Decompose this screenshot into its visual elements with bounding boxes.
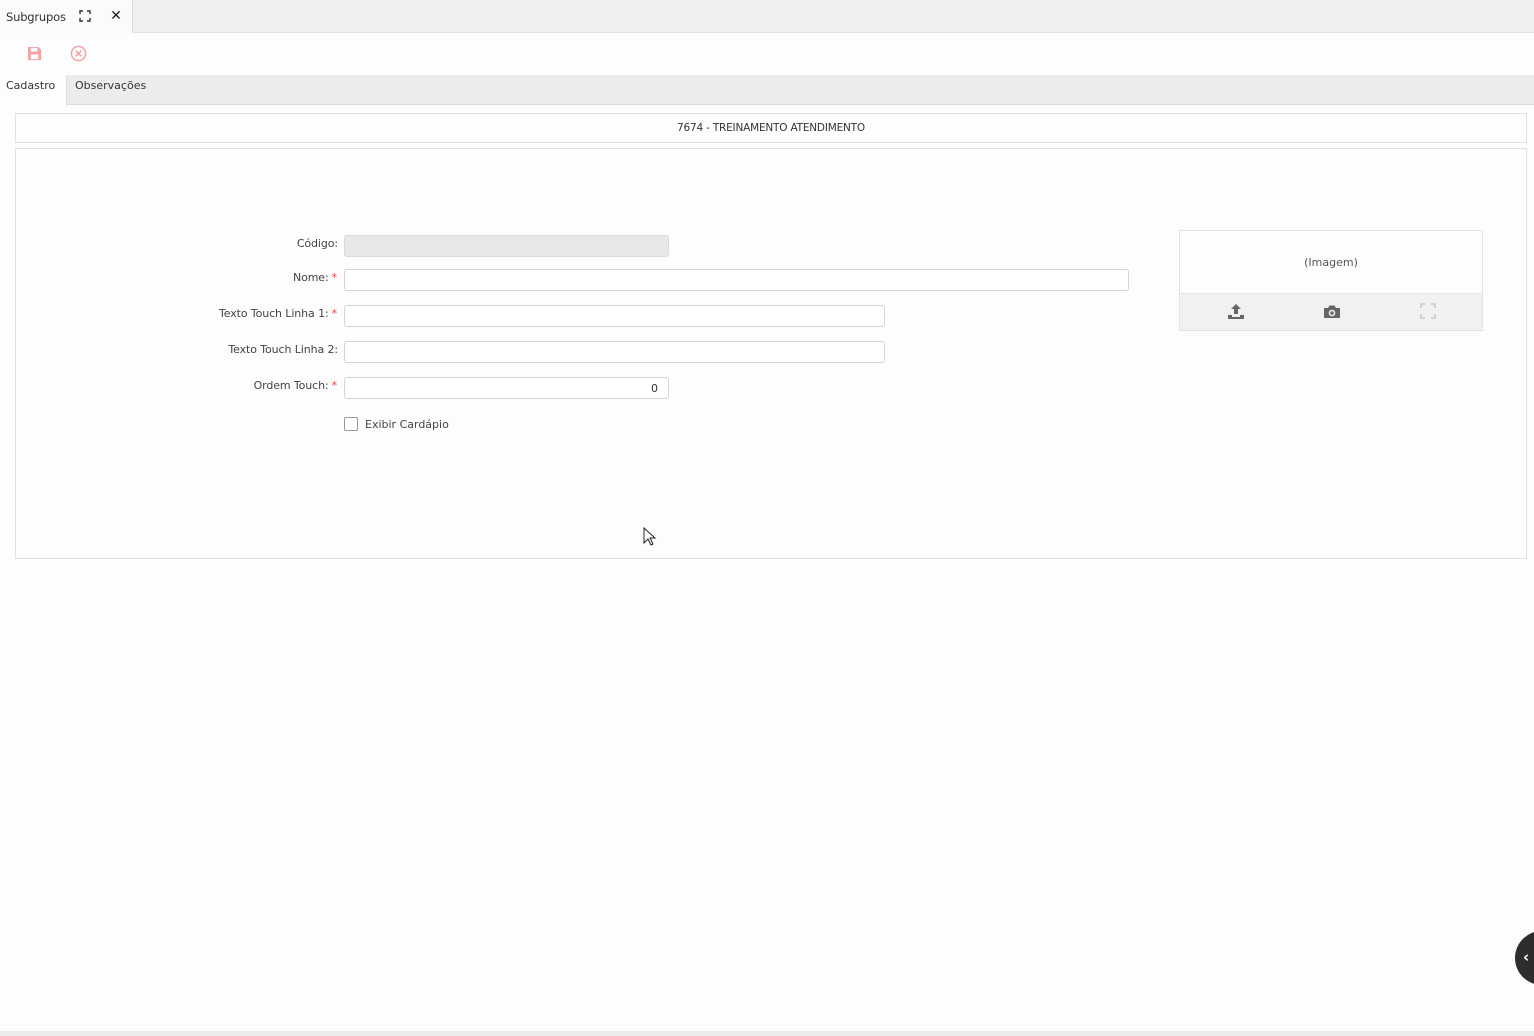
form-tabs: Cadastro Observações	[0, 75, 1534, 106]
save-icon	[27, 46, 41, 60]
camera-button[interactable]	[1322, 302, 1342, 320]
chevron-left-icon: ‹	[1523, 948, 1530, 966]
codigo-label: Código:	[296, 237, 338, 250]
exibir-cardapio-checkbox[interactable]	[344, 417, 358, 431]
nome-label: Nome: *	[292, 271, 338, 284]
expand-icon	[1420, 303, 1436, 319]
ordem-touch-label: Ordem Touch: *	[253, 379, 338, 392]
cancel-button[interactable]	[68, 43, 88, 63]
window-tab-subgrupos[interactable]: Subgrupos ✕	[0, 0, 133, 33]
image-placeholder: (Imagem)	[1180, 231, 1482, 294]
window-tab-title: Subgrupos	[6, 9, 66, 24]
upload-image-button[interactable]	[1226, 302, 1246, 320]
ordem-touch-field[interactable]	[344, 377, 669, 399]
window-tab-bar: Subgrupos ✕	[0, 0, 1534, 33]
texto-linha1-label: Texto Touch Linha 1: *	[218, 307, 338, 320]
bottom-border	[0, 1031, 1534, 1036]
upload-icon	[1228, 303, 1244, 319]
toolbar	[0, 34, 1534, 75]
image-actions	[1180, 294, 1482, 330]
codigo-field	[344, 235, 669, 257]
form-panel: Código: Nome: * Texto Touch Linha 1: * Tex…	[15, 148, 1527, 559]
exibir-cardapio-row[interactable]: Exibir Cardápio	[344, 417, 449, 431]
texto-linha2-field[interactable]	[344, 341, 885, 363]
nome-field[interactable]	[344, 269, 1129, 291]
maximize-icon[interactable]	[79, 10, 91, 22]
cancel-icon	[70, 45, 86, 61]
texto-linha2-label: Texto Touch Linha 2:	[228, 343, 338, 356]
texto-linha1-field[interactable]	[344, 305, 885, 327]
exibir-cardapio-label[interactable]: Exibir Cardápio	[365, 418, 449, 431]
tab-cadastro[interactable]: Cadastro	[0, 75, 67, 106]
mouse-cursor-icon	[643, 527, 657, 546]
required-marker: *	[331, 307, 338, 320]
camera-icon	[1324, 305, 1340, 318]
required-marker: *	[331, 379, 338, 392]
expand-image-button[interactable]	[1418, 302, 1438, 320]
required-marker: *	[331, 271, 338, 284]
tab-observacoes[interactable]: Observações	[69, 75, 152, 105]
record-title: 7674 - TREINAMENTO ATENDIMENTO	[15, 113, 1527, 143]
image-box: (Imagem)	[1179, 230, 1483, 331]
side-panel-toggle[interactable]: ‹	[1515, 931, 1534, 985]
save-button[interactable]	[24, 43, 44, 63]
close-icon[interactable]: ✕	[110, 9, 122, 23]
